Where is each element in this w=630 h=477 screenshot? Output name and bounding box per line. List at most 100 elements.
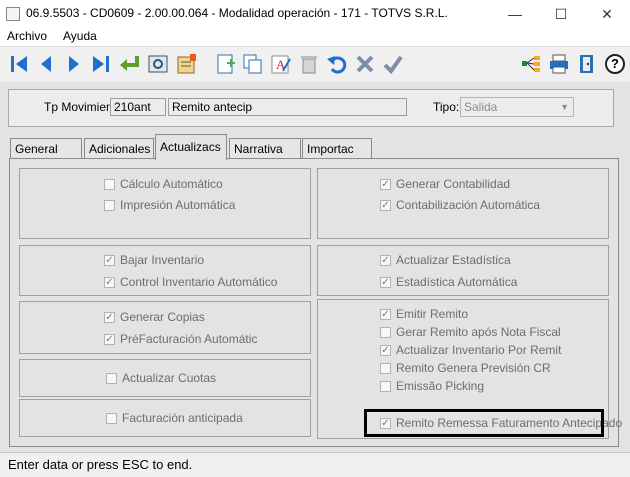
- checkbox-label: Generar Copias: [120, 310, 205, 324]
- previous-record-button[interactable]: [33, 51, 59, 77]
- cancel-icon: [356, 55, 374, 73]
- edit-form-button[interactable]: [174, 51, 200, 77]
- tab-general[interactable]: General: [10, 138, 82, 158]
- undo-icon: [327, 56, 347, 74]
- delete-button[interactable]: [296, 51, 322, 77]
- app-icon: [6, 7, 20, 21]
- tp-movimiento-label: Tp Movimien:: [44, 100, 117, 114]
- tab-adicionales[interactable]: Adicionales: [84, 138, 154, 158]
- tab-importac[interactable]: Importac: [302, 138, 372, 158]
- checkbox-box: [104, 178, 115, 190]
- emissao-picking-checkbox[interactable]: Emissão Picking: [380, 379, 484, 393]
- checkbox-label: Gerar Remito após Nota Fiscal: [396, 325, 561, 339]
- checkbox-box: [106, 372, 117, 384]
- checkbox-label: Impresión Automática: [120, 198, 236, 212]
- checkbox-label: Cálculo Automático: [120, 177, 223, 191]
- hierarchy-button[interactable]: [518, 51, 544, 77]
- hierarchy-icon: [522, 56, 540, 72]
- status-bar: Enter data or press ESC to end.: [0, 452, 630, 477]
- text-edit-button[interactable]: A: [268, 51, 294, 77]
- last-record-button[interactable]: [88, 51, 114, 77]
- checkbox-label: Actualizar Cuotas: [122, 371, 217, 385]
- return-icon: [120, 56, 139, 71]
- checkbox-label: Actualizar Estadística: [396, 253, 511, 267]
- previous-record-icon: [41, 56, 51, 72]
- new-record-icon: [217, 54, 235, 74]
- bajar-inventario-checkbox[interactable]: ✓ Bajar Inventario: [104, 253, 204, 267]
- tab-narrativa[interactable]: Narrativa: [229, 138, 301, 158]
- checkbox-box: ✓: [104, 276, 115, 288]
- checkbox-label: Emitir Remito: [396, 307, 469, 321]
- exit-button[interactable]: [574, 51, 600, 77]
- chevron-down-icon: ▼: [560, 102, 569, 112]
- calculo-automatico-checkbox[interactable]: Cálculo Automático: [104, 177, 223, 191]
- last-record-icon: [93, 56, 109, 72]
- checkbox-box: ✓: [380, 276, 391, 288]
- next-record-button[interactable]: [61, 51, 87, 77]
- checkbox-box: ✓: [104, 311, 115, 323]
- checkbox-box: [104, 199, 115, 211]
- impresion-automatica-checkbox[interactable]: Impresión Automática: [104, 198, 235, 212]
- undo-button[interactable]: [324, 51, 350, 77]
- contabilizacion-automatica-checkbox[interactable]: ✓ Contabilización Automática: [380, 198, 540, 212]
- checkbox-label: Contabilización Automática: [396, 198, 541, 212]
- maximize-button[interactable]: ☐: [538, 0, 584, 28]
- cancel-button[interactable]: [352, 51, 378, 77]
- toolbar: A ?: [0, 46, 630, 83]
- view-button[interactable]: [145, 51, 171, 77]
- actualizar-cuotas-checkbox[interactable]: Actualizar Cuotas: [106, 371, 216, 385]
- new-record-button[interactable]: [213, 51, 239, 77]
- checkbox-box: ✓: [380, 199, 391, 211]
- checkbox-box: ✓: [104, 333, 115, 345]
- highlight-box: [364, 409, 604, 437]
- print-icon: [550, 54, 568, 74]
- generar-copias-checkbox[interactable]: ✓ Generar Copias: [104, 310, 205, 324]
- first-record-button[interactable]: [6, 51, 32, 77]
- gerar-remito-apos-nota-checkbox[interactable]: Gerar Remito após Nota Fiscal: [380, 325, 561, 339]
- help-button[interactable]: ?: [602, 51, 628, 77]
- checkbox-label: Control Inventario Automático: [120, 275, 278, 289]
- estadistica-automatica-checkbox[interactable]: ✓ Estadística Automática: [380, 275, 517, 289]
- facturacion-anticipada-checkbox[interactable]: Facturación anticipada: [106, 411, 243, 425]
- menu-bar: Archivo Ayuda: [0, 28, 630, 46]
- title-bar: 06.9.5503 - CD0609 - 2.00.00.064 - Modal…: [0, 0, 630, 29]
- confirm-button[interactable]: [380, 51, 406, 77]
- checkbox-box: [380, 362, 391, 374]
- copy-icon: [243, 54, 262, 74]
- checkbox-label: Actualizar Inventario Por Remit: [396, 343, 562, 357]
- tp-movimiento-description-field[interactable]: Remito antecip: [168, 98, 407, 116]
- actualizar-inventario-remito-checkbox[interactable]: ✓ Actualizar Inventario Por Remit: [380, 343, 561, 357]
- generar-contabilidad-checkbox[interactable]: ✓ Generar Contabilidad: [380, 177, 510, 191]
- checkbox-label: Estadística Automática: [396, 275, 518, 289]
- text-edit-icon: A: [271, 55, 291, 74]
- return-button[interactable]: [117, 51, 143, 77]
- menu-archivo[interactable]: Archivo: [7, 29, 47, 43]
- checkbox-label: Facturación anticipada: [122, 411, 243, 425]
- prefacturacion-checkbox[interactable]: ✓ PréFacturación Automátic: [104, 332, 257, 346]
- checkbox-box: ✓: [380, 254, 391, 266]
- checkbox-box: [106, 412, 117, 424]
- checkbox-box: ✓: [380, 178, 391, 190]
- checkbox-label: PréFacturación Automátic: [120, 332, 258, 346]
- close-button[interactable]: ✕: [584, 0, 630, 28]
- print-button[interactable]: [546, 51, 572, 77]
- next-record-icon: [69, 56, 79, 72]
- first-record-icon: [11, 56, 27, 72]
- tipo-select[interactable]: Salida ▼: [460, 97, 574, 117]
- actualizar-estadistica-checkbox[interactable]: ✓ Actualizar Estadística: [380, 253, 511, 267]
- checkbox-label: Bajar Inventario: [120, 253, 205, 267]
- checkbox-label: Emissão Picking: [396, 379, 485, 393]
- emitir-remito-checkbox[interactable]: ✓ Emitir Remito: [380, 307, 468, 321]
- copy-button[interactable]: [240, 51, 266, 77]
- control-inventario-checkbox[interactable]: ✓ Control Inventario Automático: [104, 275, 277, 289]
- menu-ayuda[interactable]: Ayuda: [63, 29, 97, 43]
- checkbox-box: [380, 380, 391, 392]
- exit-icon: [580, 55, 593, 73]
- minimize-button[interactable]: —: [492, 0, 538, 28]
- tab-actualizacs[interactable]: Actualizacs: [155, 134, 227, 160]
- checkbox-box: ✓: [380, 344, 391, 356]
- tipo-select-value: Salida: [464, 100, 498, 114]
- remito-genera-prevision-checkbox[interactable]: Remito Genera Previsión CR: [380, 361, 551, 375]
- view-icon: [148, 55, 168, 73]
- tp-movimiento-code-field[interactable]: 210ant: [110, 98, 166, 116]
